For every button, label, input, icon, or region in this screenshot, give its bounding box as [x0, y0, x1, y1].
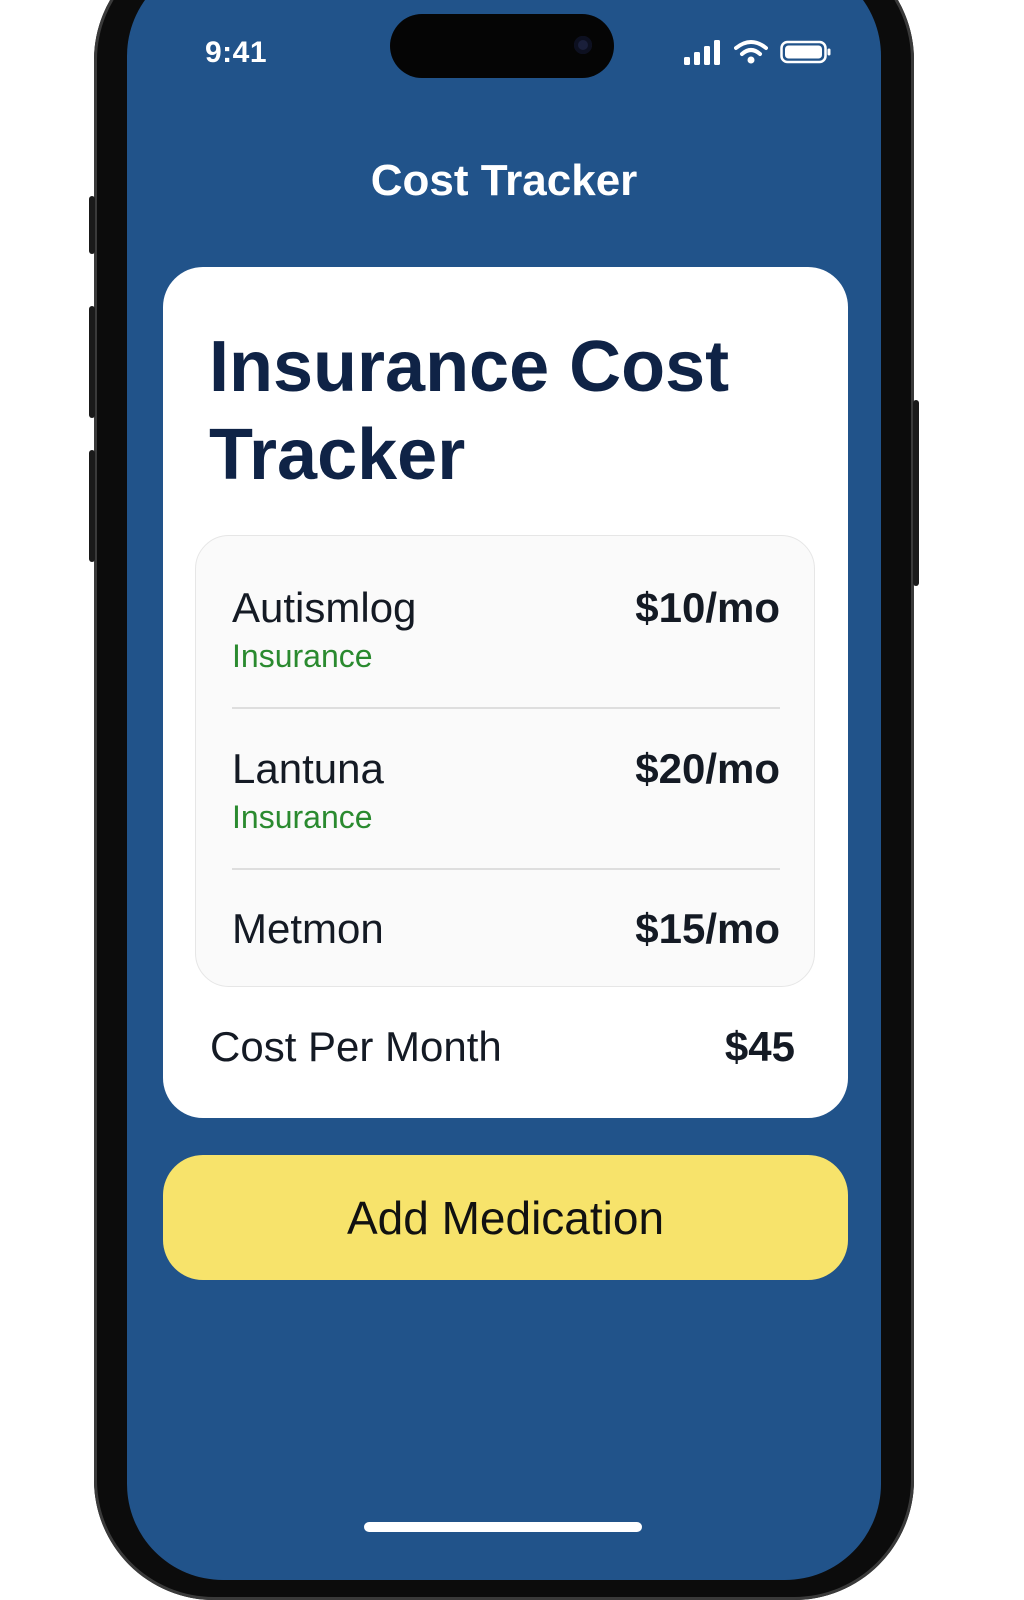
- add-medication-button[interactable]: Add Medication: [163, 1155, 848, 1280]
- home-indicator[interactable]: [364, 1522, 642, 1532]
- medication-price: $10/mo: [635, 584, 780, 631]
- volume-down-button: [89, 450, 95, 562]
- coverage-label: Insurance: [232, 638, 373, 674]
- cost-card: Insurance Cost Tracker Autismlog Insuran…: [163, 267, 848, 1118]
- list-item[interactable]: Autismlog Insurance $10/mo: [232, 584, 780, 680]
- app-title: Cost Tracker: [370, 156, 638, 205]
- medication-name: Lantuna: [232, 745, 384, 792]
- status-icons: [684, 36, 832, 68]
- medication-name: Autismlog: [232, 584, 417, 631]
- battery-icon: [780, 40, 831, 64]
- total-label: Cost Per Month: [210, 1023, 502, 1070]
- card-title: Insurance Cost Tracker: [209, 327, 730, 495]
- medication-price: $15/mo: [635, 905, 780, 952]
- signal-icon: [684, 40, 720, 65]
- total-value: $45: [724, 1023, 795, 1070]
- wifi-icon: [734, 40, 768, 64]
- medication-list: Autismlog Insurance $10/mo Lantuna Insur…: [195, 535, 815, 987]
- volume-up-button: [89, 306, 95, 418]
- status-time: 9:41: [205, 36, 268, 69]
- camera-icon: [574, 36, 592, 54]
- medication-price: $20/mo: [635, 745, 780, 792]
- list-item[interactable]: Lantuna Insurance $20/mo: [232, 745, 780, 841]
- coverage-label: Insurance: [232, 799, 373, 835]
- power-button: [913, 400, 919, 586]
- list-divider: [232, 868, 780, 870]
- dynamic-island: [390, 14, 614, 78]
- medication-name: Metmon: [232, 905, 384, 952]
- silent-switch: [89, 196, 95, 254]
- list-item[interactable]: Metmon $15/mo: [232, 905, 780, 957]
- list-divider: [232, 707, 780, 709]
